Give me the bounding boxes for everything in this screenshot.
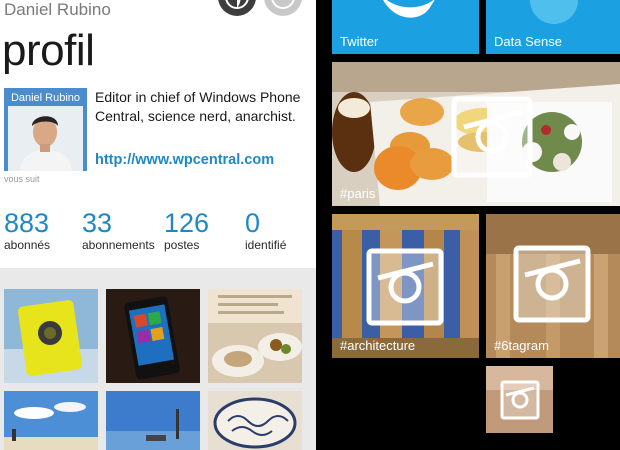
stat-value: 883 xyxy=(4,208,50,238)
stat-label: identifié xyxy=(245,238,287,252)
follows-you-label: vous suit xyxy=(4,174,40,184)
photo-thumbnail[interactable] xyxy=(4,391,98,450)
stat-value: 0 xyxy=(245,208,261,238)
6tagram-tile-label: #6tagram xyxy=(494,338,549,353)
instagram-small-tile[interactable] xyxy=(486,366,553,433)
page-title: profil xyxy=(2,26,95,75)
stat-label: abonnements xyxy=(82,238,155,252)
twitter-tile[interactable]: Twitter xyxy=(332,0,479,54)
website-link[interactable]: http://www.wpcentral.com xyxy=(95,152,274,168)
paris-tile-label: #paris xyxy=(340,186,376,201)
settings-button[interactable] xyxy=(218,0,256,16)
photo-thumbnail[interactable] xyxy=(106,289,200,383)
architecture-photo xyxy=(332,214,479,358)
stat-followers[interactable]: 883 abonnés xyxy=(4,208,50,252)
circle-icon xyxy=(271,0,295,9)
start-screen: Twitter Data Sense #paris #architecture … xyxy=(316,0,620,450)
photo-thumbnail[interactable] xyxy=(4,289,98,383)
data-sense-tile-label: Data Sense xyxy=(494,34,562,49)
globe-icon xyxy=(225,0,249,9)
stat-label: abonnés xyxy=(4,238,51,252)
instagram-6tagram-tile[interactable]: #6tagram xyxy=(486,214,620,358)
profile-page: Daniel Rubino profil Daniel Rubino vous … xyxy=(0,0,316,450)
profile-username-header: Daniel Rubino xyxy=(4,0,111,19)
stat-following[interactable]: 33 abonnements xyxy=(82,208,155,252)
stat-posts[interactable]: 126 postes xyxy=(164,208,209,252)
photo-thumbnail[interactable] xyxy=(106,391,200,450)
stat-tagged[interactable]: 0 identifié xyxy=(245,208,286,252)
instagram-paris-tile[interactable]: #paris xyxy=(332,62,620,206)
stat-value: 126 xyxy=(164,208,210,238)
instagram-camera-icon xyxy=(486,366,553,433)
instagram-architecture-tile[interactable]: #architecture xyxy=(332,214,479,358)
photo-thumbnail[interactable] xyxy=(208,391,302,450)
photo-thumbnail[interactable] xyxy=(208,289,302,383)
bio-text: Editor in chief of Windows Phone Central… xyxy=(95,89,301,124)
food-photo xyxy=(332,62,620,206)
avatar[interactable]: Daniel Rubino xyxy=(4,88,87,171)
stat-label: postes xyxy=(164,238,200,252)
architecture-tile-label: #architecture xyxy=(340,338,416,353)
photo-grid xyxy=(0,268,316,450)
avatar-name: Daniel Rubino xyxy=(10,92,81,104)
6tagram-photo xyxy=(486,214,620,358)
more-button[interactable] xyxy=(264,0,302,16)
data-sense-tile[interactable]: Data Sense xyxy=(486,0,620,54)
stat-value: 33 xyxy=(82,208,113,238)
twitter-tile-label: Twitter xyxy=(340,34,379,49)
